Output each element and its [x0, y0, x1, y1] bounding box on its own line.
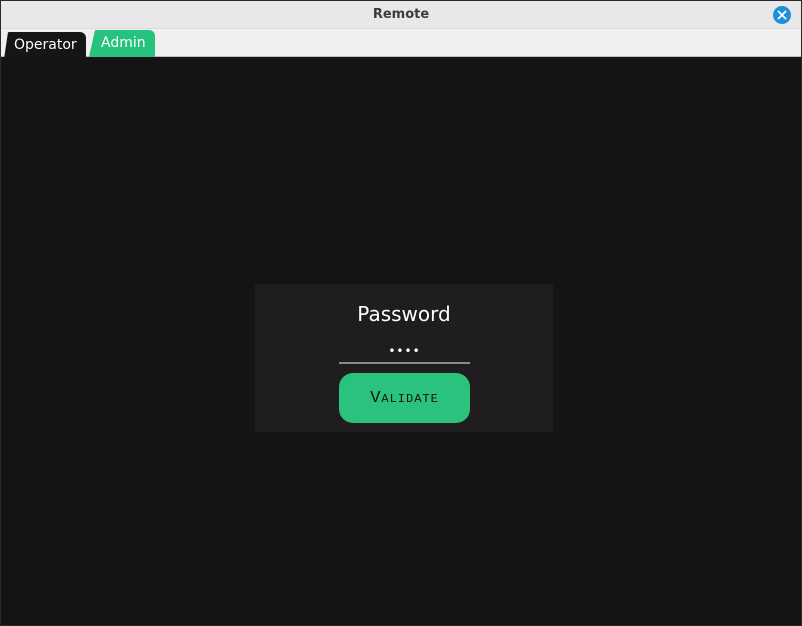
- window-title: Remote: [372, 7, 430, 22]
- tab-operator[interactable]: Operator: [4, 32, 86, 59]
- tab-admin[interactable]: Admin: [89, 30, 155, 57]
- password-label: Password: [357, 302, 451, 326]
- validate-button[interactable]: Validate: [339, 373, 470, 423]
- close-button[interactable]: [773, 6, 791, 24]
- password-panel: Password Validate: [255, 284, 553, 432]
- tab-content-admin: Password Validate: [1, 58, 801, 625]
- app-window: Remote Operator Admin Password Validate: [0, 0, 802, 626]
- close-icon: [777, 10, 787, 20]
- password-input[interactable]: [339, 340, 470, 364]
- tab-bar: Operator Admin: [1, 29, 801, 59]
- title-bar: Remote: [1, 1, 801, 29]
